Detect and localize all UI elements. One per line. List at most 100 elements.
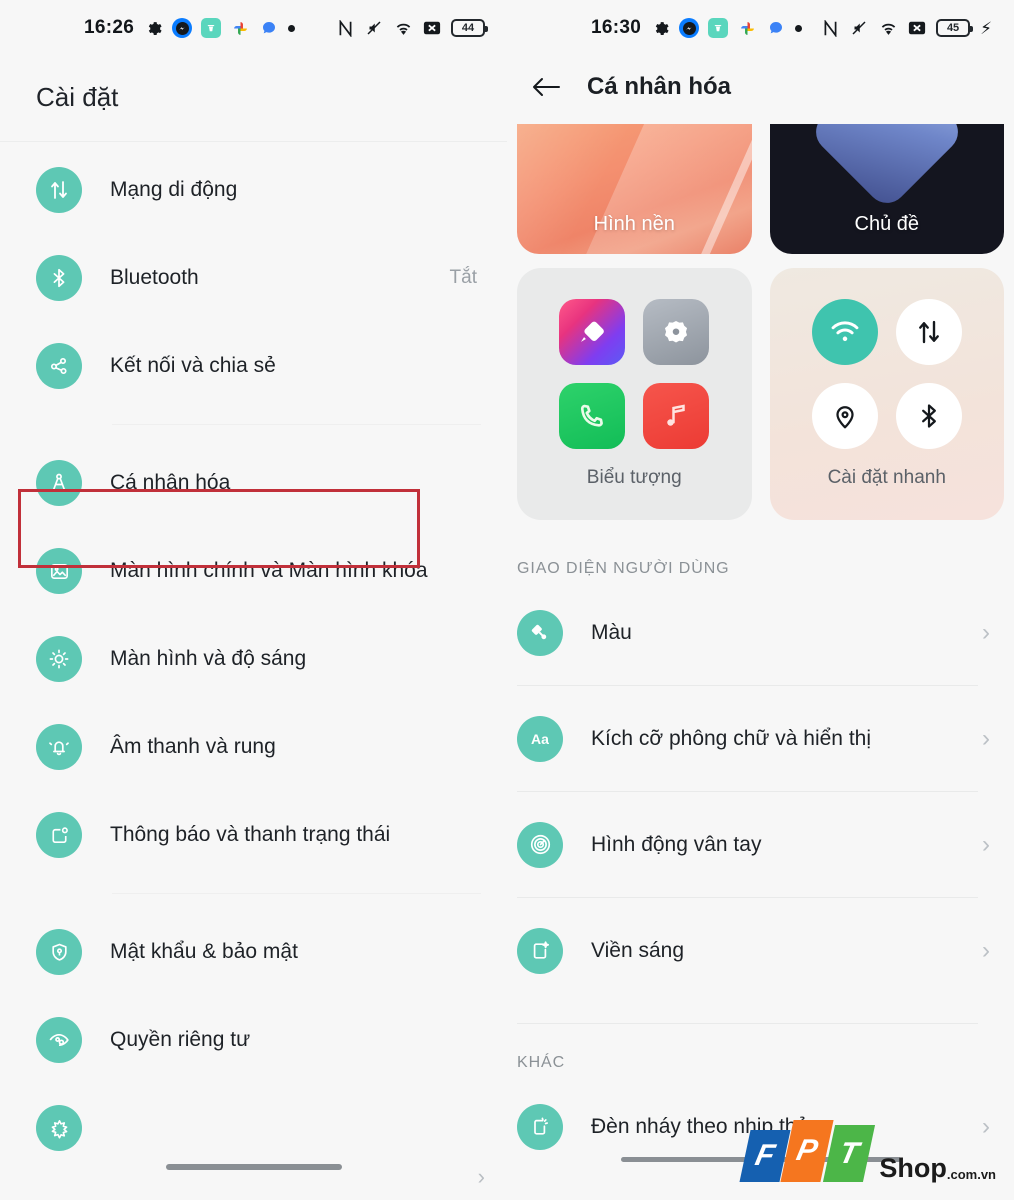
sidebar-item-mobile-network[interactable]: Mạng di động (0, 146, 507, 234)
list-item-font-size[interactable]: Aa Kích cỡ phông chữ và hiển thị › (507, 694, 1014, 783)
list-item-fingerprint-animation[interactable]: Hình động vân tay › (507, 800, 1014, 889)
quick-settings-card-label: Cài đặt nhanh (827, 467, 946, 488)
sidebar-item-personalization[interactable]: Cá nhân hóa (0, 439, 507, 527)
quick-settings-preview-grid (811, 299, 962, 449)
sidebar-item-label: Kết nối và chia sẻ (110, 354, 276, 378)
top-cards-row: Hình nền Chủ đề (507, 124, 1014, 254)
password-security-icon (36, 929, 82, 975)
status-bar-left-group: 16:30 (507, 17, 803, 39)
sidebar-item-label: Âm thanh và rung (110, 735, 276, 759)
connection-share-icon (36, 343, 82, 389)
mute-icon (849, 18, 869, 38)
list-item-edge-lighting[interactable]: Viền sáng › (507, 906, 1014, 995)
dot-icon (288, 24, 296, 32)
list-divider (112, 424, 481, 425)
notification-statusbar-icon (36, 812, 82, 858)
bluetooth-toggle-icon (895, 383, 962, 449)
icons-card[interactable]: Biểu tượng (517, 268, 752, 520)
nfc-icon (335, 18, 355, 38)
chevron-right-icon: › (982, 830, 990, 858)
sidebar-item-partially-visible[interactable] (0, 1084, 507, 1172)
list-divider (517, 791, 978, 792)
sidebar-item-label: Cá nhân hóa (110, 471, 231, 495)
fpt-shop-text: Shop (879, 1153, 947, 1183)
list-item-label: Kích cỡ phông chữ và hiển thị (591, 726, 871, 750)
blue-app-icon (259, 18, 279, 38)
photos-icon (230, 18, 250, 38)
sidebar-item-label: Thông báo và thanh trạng thái (110, 823, 391, 847)
list-item-label: Hình động vân tay (591, 832, 762, 856)
theme-store-icon (559, 299, 626, 365)
sidebar-item-label: Màn hình và độ sáng (110, 647, 307, 671)
messenger-icon (679, 18, 700, 38)
bluetooth-icon (36, 255, 82, 301)
battery-indicator: 44 (451, 19, 488, 37)
icons-preview-grid (559, 299, 710, 449)
fingerprint-animation-icon (517, 821, 563, 868)
svg-text:Aa: Aa (531, 731, 549, 747)
status-bar-right-group: 44 (335, 18, 488, 38)
chevron-right-icon: › (982, 724, 990, 752)
scroll-handle[interactable] (165, 1164, 342, 1170)
icons-card-label: Biểu tượng (586, 467, 682, 488)
home-lock-screen-icon (36, 548, 82, 594)
mute-icon (364, 18, 384, 38)
fpt-logo: F P T (739, 1120, 876, 1182)
wallpaper-card-label: Hình nền (593, 213, 675, 235)
status-bar-left-group: 16:26 (0, 17, 296, 39)
dual-screenshot-root: 16:26 44 Cài đặt Mạng di động Bluetooth … (0, 0, 1014, 1200)
sidebar-item-sound-vibration[interactable]: Âm thanh và rung (0, 703, 507, 791)
chevron-right-icon: › (982, 618, 990, 646)
mobile-data-toggle-icon (895, 299, 962, 365)
sidebar-item-label: Quyền riêng tư (110, 1028, 251, 1052)
phone-icon (559, 383, 626, 449)
gear-icon (650, 18, 670, 38)
personalization-icon (36, 460, 82, 506)
list-divider (517, 685, 978, 686)
privacy-icon (36, 1017, 82, 1063)
edge-lighting-icon (517, 927, 563, 974)
mobile-network-icon (36, 167, 82, 213)
no-sim-icon (907, 18, 927, 38)
wallpaper-card[interactable]: Hình nền (517, 124, 752, 254)
wifi-toggle-icon (811, 299, 878, 365)
fpt-tld-text: .com.vn (946, 1167, 996, 1182)
quick-settings-card[interactable]: Cài đặt nhanh (769, 268, 1004, 520)
sidebar-item-bluetooth[interactable]: Bluetooth Tắt (0, 234, 507, 322)
shopee-icon (708, 18, 729, 38)
sidebar-item-home-lock-screen[interactable]: Màn hình chính và Màn hình khóa (0, 527, 507, 615)
sidebar-item-notification-statusbar[interactable]: Thông báo và thanh trạng thái (0, 791, 507, 879)
list-item-label: Viền sáng (591, 938, 685, 962)
sidebar-item-display-brightness[interactable]: Màn hình và độ sáng (0, 615, 507, 703)
bottom-cards-row: Biểu tượng Cài đặt nhanh (507, 254, 1014, 520)
status-bar-clock: 16:26 (84, 17, 135, 38)
gear-icon (143, 18, 163, 38)
list-item-color[interactable]: Màu › (507, 588, 1014, 677)
wifi-icon (393, 18, 413, 38)
safety-emergency-icon (36, 1105, 82, 1151)
list-item-label: Màu (591, 620, 632, 644)
page-title: Cài đặt (36, 82, 119, 112)
paint-roller-icon (517, 609, 563, 656)
personalization-screen: 16:30 45 ⚡ Cá nhân hóa Hình nền Chủ đề B… (507, 0, 1014, 1200)
back-arrow-icon[interactable] (529, 70, 563, 104)
display-brightness-icon (36, 636, 82, 682)
theme-card[interactable]: Chủ đề (769, 124, 1004, 254)
theme-card-label: Chủ đề (854, 213, 920, 235)
sidebar-item-password-security[interactable]: Mật khẩu & bảo mật (0, 908, 507, 996)
list-divider (517, 897, 978, 898)
settings-gear-icon (643, 299, 710, 365)
status-bar-right-group: 45 ⚡ (820, 18, 992, 38)
sidebar-item-label: Mật khẩu & bảo mật (110, 940, 298, 964)
fpt-shop-watermark: F P T Shop .com.vn (739, 1120, 996, 1183)
sidebar-item-label: Mạng di động (110, 178, 238, 202)
blue-app-icon (766, 18, 786, 38)
nfc-icon (820, 18, 840, 38)
sidebar-item-privacy[interactable]: Quyền riêng tư (0, 996, 507, 1084)
font-size-icon: Aa (517, 715, 563, 762)
status-bar-left: 16:26 44 (0, 0, 507, 56)
sidebar-item-label: Bluetooth (110, 266, 199, 290)
page-title: Cá nhân hóa (587, 73, 732, 100)
section-heading-ui: GIAO DIỆN NGƯỜI DÙNG (517, 560, 730, 577)
sidebar-item-connection-share[interactable]: Kết nối và chia sẻ (0, 322, 507, 410)
